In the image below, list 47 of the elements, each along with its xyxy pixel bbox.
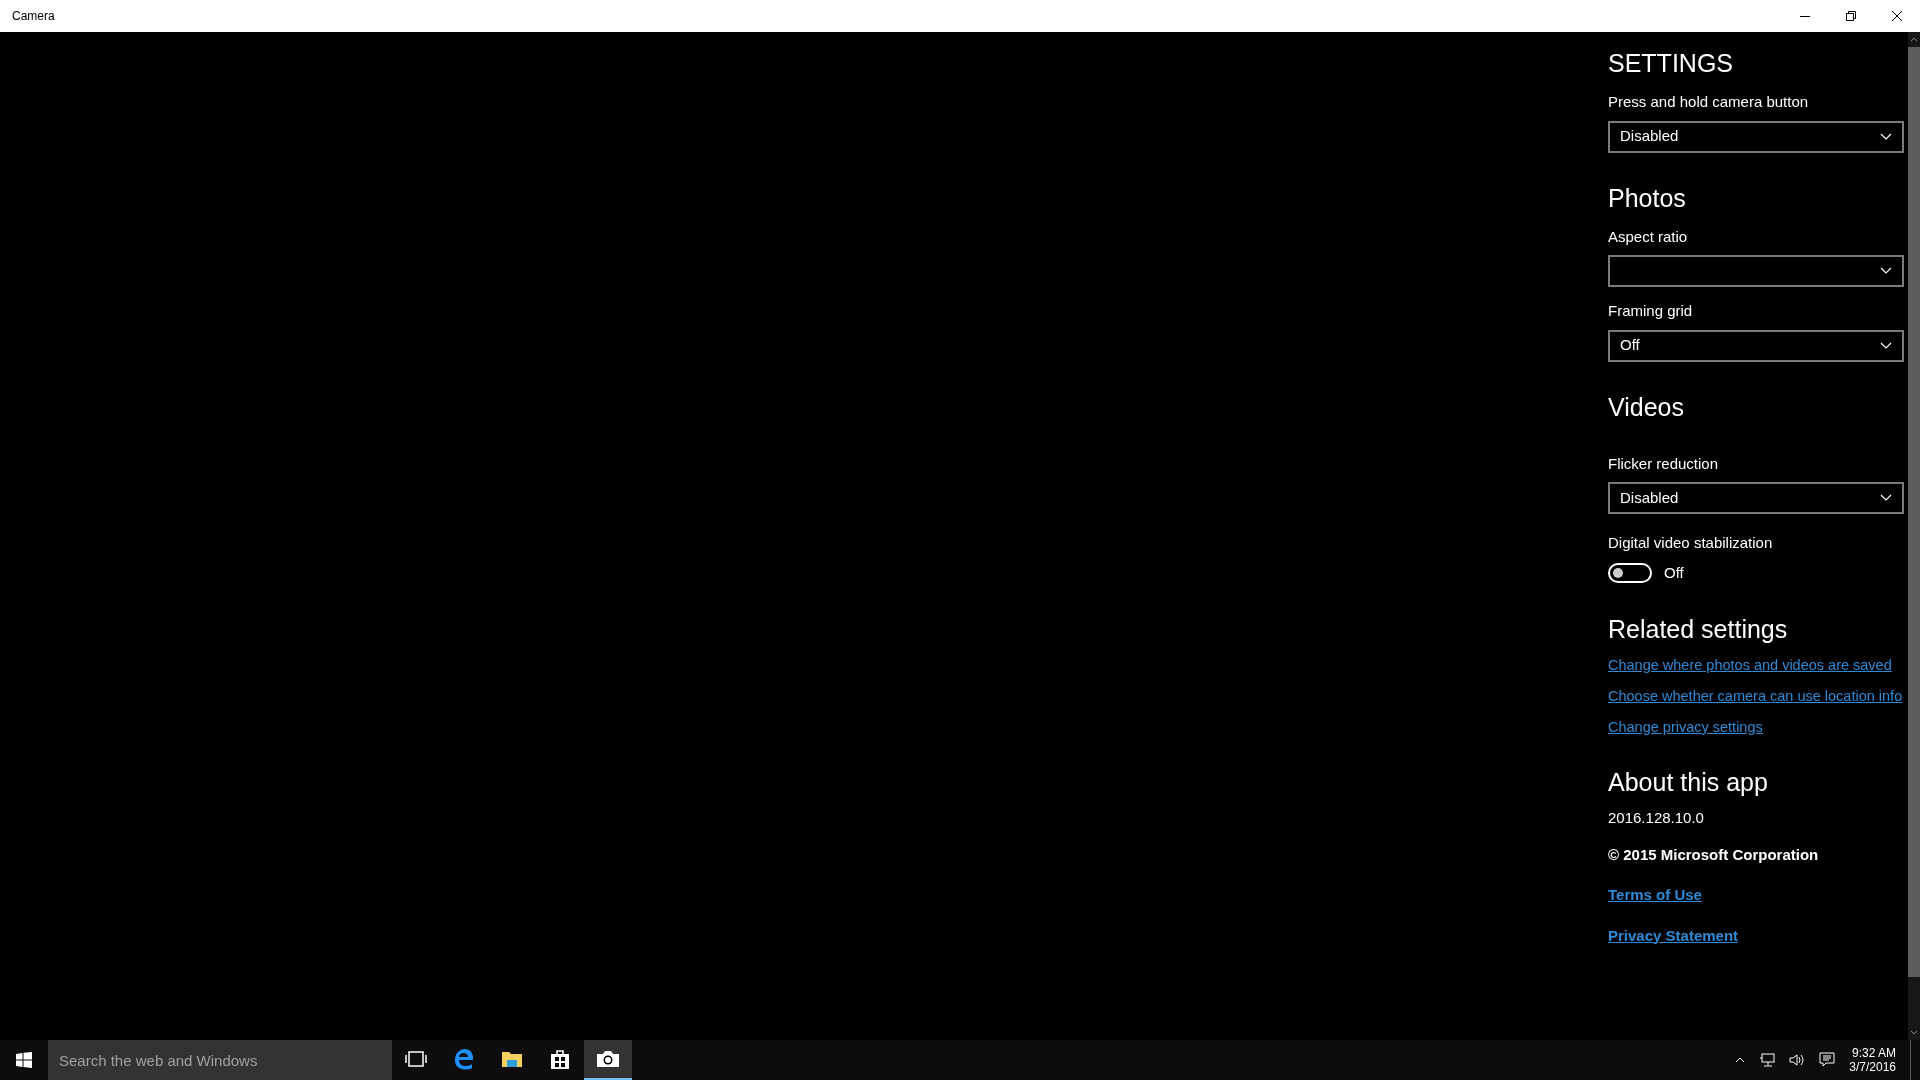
search-field[interactable]: Search the web and Windows — [48, 1040, 392, 1080]
dropdown[interactable]: Disabled — [1608, 120, 1904, 153]
network-icon[interactable] — [1759, 1053, 1776, 1067]
message-icon[interactable] — [1819, 1052, 1836, 1068]
chevron-up-icon[interactable] — [1735, 1057, 1746, 1063]
section-heading: Videos — [1608, 391, 1685, 422]
scrollbar[interactable] — [1908, 32, 1920, 1040]
chevron-down-icon — [1880, 494, 1892, 502]
chevron-down-icon — [1880, 267, 1892, 275]
folder-icon — [501, 1049, 523, 1069]
toggle-state: Off — [1664, 562, 1684, 583]
restore-icon — [1846, 11, 1856, 21]
task-view-icon — [405, 1051, 427, 1067]
close-icon — [1892, 11, 1902, 21]
toggle-switch[interactable] — [1608, 562, 1652, 583]
version-text: 2016.128.10.0 — [1608, 808, 1705, 828]
field-label: Digital video stabilization — [1608, 533, 1774, 553]
camera-icon — [596, 1050, 620, 1068]
field-label: Aspect ratio — [1608, 226, 1689, 247]
shopping-bag-icon — [550, 1048, 570, 1070]
minimize-icon — [1800, 15, 1810, 17]
settings-link[interactable]: Choose whether camera can use location info — [1608, 686, 1908, 706]
legal-link[interactable]: Privacy Statement — [1608, 924, 1739, 947]
settings-link[interactable]: Change privacy settings — [1608, 717, 1908, 737]
section-heading: Photos — [1608, 182, 1687, 213]
scroll-up-icon — [1910, 37, 1918, 42]
section-heading: About this app — [1608, 767, 1769, 797]
chevron-down-icon — [1880, 132, 1892, 141]
chevron-down-icon — [1880, 341, 1892, 350]
browser-e-icon — [453, 1048, 475, 1070]
field-label: Press and hold camera button — [1608, 92, 1810, 112]
legal-link[interactable]: Terms of Use — [1608, 884, 1702, 907]
field-label: Framing grid — [1608, 301, 1694, 321]
dropdown[interactable] — [1608, 255, 1904, 287]
dropdown[interactable]: Disabled — [1608, 482, 1904, 514]
windows-logo-icon — [16, 1052, 32, 1068]
copyright-text: © 2015 Microsoft Corporation — [1608, 844, 1820, 865]
field-label: Flicker reduction — [1608, 453, 1720, 474]
window-title: Camera — [12, 8, 55, 25]
dropdown[interactable]: Off — [1608, 329, 1904, 362]
scroll-down-icon — [1910, 1030, 1918, 1035]
speaker-icon[interactable] — [1789, 1053, 1806, 1067]
section-heading: Related settings — [1608, 614, 1789, 644]
settings-link[interactable]: Change where photos and videos are saved — [1608, 655, 1908, 675]
taskbar-app-button[interactable] — [584, 1040, 632, 1080]
clock[interactable]: 9:32 AM 3/7/2016 — [1849, 1046, 1896, 1074]
settings-title: SETTINGS — [1608, 48, 1734, 78]
